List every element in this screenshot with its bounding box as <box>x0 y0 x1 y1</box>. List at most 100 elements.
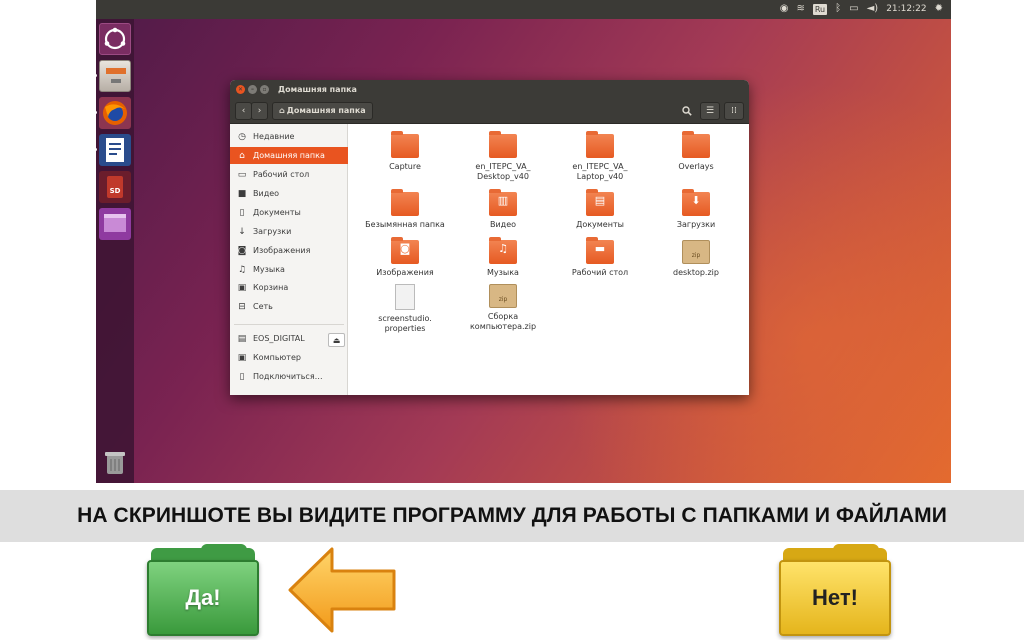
sidebar-item-label: Домашняя папка <box>253 151 325 160</box>
computer-icon: ▣ <box>237 352 247 363</box>
clock[interactable]: 21:12:22 <box>886 3 926 15</box>
documents-icon: ▯ <box>239 207 245 218</box>
sidebar-item-label: Рабочий стол <box>253 170 310 179</box>
sidebar-item[interactable]: ◷ Недавние <box>230 128 348 145</box>
firefox-icon[interactable] <box>99 97 131 129</box>
volume-icon[interactable]: ◄) <box>867 3 879 15</box>
folder-tab <box>201 544 247 556</box>
no-answer-button[interactable]: Нет! <box>779 544 891 636</box>
folder-emblem-icon: ⬇ <box>691 194 701 207</box>
chevron-right-icon: › <box>257 105 262 116</box>
folder-icon: ⬇ <box>682 189 710 216</box>
file-item[interactable]: zip desktop.zip <box>652 240 740 278</box>
ubuntu-desktop-screenshot: ◉ ≋ Ru ᛒ ▭ ◄) 21:12:22 ✹ SD ✕ – ▫ Домашн… <box>96 0 951 483</box>
file-item[interactable]: ▬ Рабочий стол <box>556 237 644 278</box>
list-view-button[interactable]: ☰ <box>700 101 720 120</box>
gear-icon[interactable]: ✹ <box>935 3 943 15</box>
music-icon: ♫ <box>237 264 247 275</box>
folder-icon: ▥ <box>489 189 517 216</box>
running-indicator <box>96 74 97 77</box>
sidebar-item[interactable]: ⌂ Домашняя папка <box>230 147 348 164</box>
sidebar-item[interactable]: ▭ Рабочий стол <box>230 166 348 183</box>
file-item[interactable]: en_ITEPC_VA_ Laptop_v40 <box>556 131 644 182</box>
home-icon: ⌂ <box>239 150 245 161</box>
ubuntu-dash-icon[interactable] <box>99 23 131 55</box>
file-item[interactable]: Overlays <box>652 131 740 172</box>
no-label: Нет! <box>779 560 891 636</box>
sidebar-item[interactable]: ▣ Компьютер <box>230 349 348 366</box>
folder-emblem-icon: ◙ <box>399 242 411 255</box>
connect-icon: ▯ <box>239 371 245 382</box>
archive-icon: zip <box>489 284 517 308</box>
file-item[interactable]: ◙ Изображения <box>361 237 449 278</box>
file-item[interactable]: Безымянная папка <box>361 189 449 230</box>
file-item[interactable]: ⬇ Загрузки <box>652 189 740 230</box>
file-name: screenstudio. properties <box>378 314 432 333</box>
file-item[interactable]: Capture <box>361 131 449 172</box>
document-icon <box>395 284 415 310</box>
keyboard-layout-indicator[interactable]: Ru <box>812 3 828 15</box>
yes-label: Да! <box>147 560 259 636</box>
close-icon[interactable]: ✕ <box>236 84 245 94</box>
file-name: Изображения <box>376 268 434 277</box>
file-item[interactable]: en_ITEPC_VA_ Desktop_v40 <box>459 131 547 182</box>
file-item[interactable]: zip Сборка компьютера.zip <box>459 284 547 332</box>
yes-answer-button[interactable]: Да! <box>147 544 259 636</box>
telegram-icon[interactable]: ◉ <box>780 3 789 15</box>
pictures-icon: ◙ <box>237 245 247 256</box>
file-name: desktop.zip <box>673 268 719 277</box>
files-icon[interactable] <box>99 60 131 92</box>
breadcrumb[interactable]: ⌂ Домашняя папка <box>272 101 373 120</box>
running-indicator <box>96 111 97 114</box>
search-icon <box>682 105 692 116</box>
file-item[interactable]: ▤ Документы <box>556 189 644 230</box>
sidebar-item[interactable]: ⊟ Сеть <box>230 298 348 315</box>
sidebar-item-label: Недавние <box>253 132 295 141</box>
wifi-icon[interactable]: ≋ <box>796 3 804 15</box>
sidebar-item[interactable]: ▤ EOS_DIGITAL ⏏ <box>230 330 348 347</box>
file-name: en_ITEPC_VA_ Laptop_v40 <box>572 162 628 181</box>
sidebar-item[interactable]: ♫ Музыка <box>230 261 348 278</box>
folder-emblem-icon: ♫ <box>498 242 508 255</box>
sidebar-item[interactable]: ▣ Корзина <box>230 279 348 296</box>
file-name: Загрузки <box>676 220 716 229</box>
arrow-left-icon <box>288 547 396 633</box>
back-button[interactable]: ‹ <box>235 101 252 120</box>
maximize-icon[interactable]: ▫ <box>260 84 269 94</box>
file-name: en_ITEPC_VA_ Desktop_v40 <box>475 162 531 181</box>
file-name: Overlays <box>678 162 714 171</box>
slide: ◉ ≋ Ru ᛒ ▭ ◄) 21:12:22 ✹ SD ✕ – ▫ Домашн… <box>0 0 1024 640</box>
bluetooth-icon[interactable]: ᛒ <box>835 3 841 15</box>
forward-button[interactable]: › <box>251 101 268 120</box>
window-titlebar: ✕ – ▫ Домашняя папка <box>230 80 749 98</box>
trash-icon[interactable] <box>99 446 131 478</box>
grid-view-icon: ⁞⁞ <box>731 105 737 116</box>
grid-view-button[interactable]: ⁞⁞ <box>724 101 744 120</box>
file-name: Рабочий стол <box>571 268 629 277</box>
file-name: Видео <box>489 220 517 229</box>
file-item[interactable]: ▥ Видео <box>459 189 547 230</box>
sidebar-item[interactable]: ◙ Изображения <box>230 242 348 259</box>
eject-icon[interactable]: ⏏ <box>328 333 345 347</box>
file-item[interactable]: screenstudio. properties <box>361 284 449 334</box>
folder-tab <box>833 544 879 556</box>
search-button[interactable] <box>678 102 696 120</box>
sidebar-item[interactable]: ■ Видео <box>230 185 348 202</box>
sidebar-item-label: Компьютер <box>253 353 301 362</box>
window-icon[interactable] <box>99 208 131 240</box>
sidebar-item[interactable]: ▯ Подключиться… <box>230 368 348 385</box>
sidebar-item-label: Документы <box>253 208 301 217</box>
sidebar-item-label: Изображения <box>253 246 311 255</box>
minimize-icon[interactable]: – <box>248 84 257 94</box>
writer-icon[interactable] <box>99 134 131 166</box>
list-view-icon: ☰ <box>705 105 715 116</box>
sd-card-icon[interactable]: SD <box>99 171 131 203</box>
sidebar-item[interactable]: ▯ Документы <box>230 204 348 221</box>
folder-icon: ◙ <box>391 237 419 264</box>
folder-icon <box>489 131 517 158</box>
sidebar-item-label: Музыка <box>253 265 285 274</box>
file-item[interactable]: ♫ Музыка <box>459 237 547 278</box>
sidebar-item[interactable]: ↓ Загрузки <box>230 223 348 240</box>
system-tray: ◉ ≋ Ru ᛒ ▭ ◄) 21:12:22 ✹ <box>780 3 943 15</box>
battery-icon[interactable]: ▭ <box>849 3 858 15</box>
